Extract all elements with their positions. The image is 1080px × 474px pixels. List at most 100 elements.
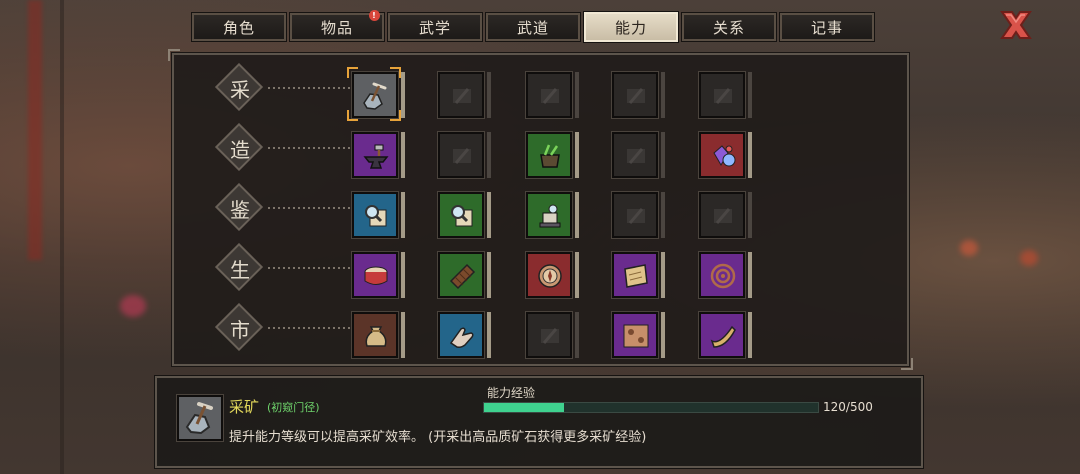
coin-bag-icon: [365, 326, 387, 347]
ability-slot[interactable]: [611, 131, 665, 180]
ability-slot[interactable]: [437, 311, 491, 360]
tab-character[interactable]: 角色: [191, 12, 287, 42]
ability-slot[interactable]: [351, 251, 405, 300]
close-x-icon[interactable]: [998, 8, 1034, 42]
level-bar: [487, 192, 491, 238]
level-bar: [661, 252, 665, 298]
ability-slot[interactable]: [611, 251, 665, 300]
gem-crystal-icon: [713, 145, 736, 167]
level-bar: [661, 72, 665, 118]
slot-frame: [611, 131, 659, 179]
level-bar: [748, 72, 752, 118]
xp-value: 120/500: [823, 400, 873, 414]
ability-slot[interactable]: [525, 251, 579, 300]
horn-icon: [710, 325, 736, 348]
ability-slot[interactable]: [698, 311, 752, 360]
tab-martial-arts[interactable]: 武学: [387, 12, 483, 42]
slot-frame: [437, 251, 485, 299]
level-bar: [661, 312, 665, 358]
ability-slot[interactable]: [525, 311, 579, 360]
slot-frame: [437, 131, 485, 179]
ability-slot[interactable]: [698, 251, 752, 300]
ability-slot[interactable]: [525, 191, 579, 240]
ability-slot[interactable]: [347, 67, 405, 121]
herb-cauldron-icon: [540, 144, 560, 168]
ability-name: 采矿: [229, 398, 260, 416]
tab-relations[interactable]: 关系: [681, 12, 777, 42]
ability-slot[interactable]: [698, 71, 752, 120]
dotted-connector: [268, 267, 352, 269]
level-bar: [401, 312, 405, 358]
background-post: [60, 0, 64, 474]
map-scroll-icon: [624, 264, 648, 288]
tab-martial-way[interactable]: 武道: [485, 12, 581, 42]
ability-row: 鉴: [174, 179, 907, 239]
slot-frame: [611, 251, 659, 299]
cloth-pattern-icon: [623, 324, 649, 348]
xp-label: 能力经验: [487, 386, 536, 400]
level-bar: [401, 132, 405, 178]
level-bar: [575, 192, 579, 238]
ability-rank: (初窥门径): [267, 401, 320, 414]
category-diamond: 造: [214, 122, 358, 172]
level-bar: [401, 192, 405, 238]
xp-progress-bar: [483, 402, 819, 413]
dotted-connector: [268, 87, 352, 89]
locked-craft-icon: [627, 148, 645, 164]
level-bar: [748, 252, 752, 298]
slot-frame: [525, 251, 573, 299]
category-diamond: 生: [214, 242, 358, 292]
level-bar: [401, 72, 405, 118]
ability-slot[interactable]: [611, 311, 665, 360]
slot-frame: [351, 251, 399, 299]
level-bar: [487, 72, 491, 118]
chocolate-bar-icon: [449, 263, 476, 290]
slot-frame: [351, 311, 399, 359]
ability-slot[interactable]: [698, 131, 752, 180]
tab-journal[interactable]: 记事: [779, 12, 875, 42]
slot-frame: [698, 311, 746, 359]
ability-slot[interactable]: [351, 191, 405, 240]
slot-frame: [437, 191, 485, 239]
level-bar: [661, 132, 665, 178]
tab-items[interactable]: 物品!: [289, 10, 385, 42]
ability-row: 生: [174, 239, 907, 299]
ability-slot[interactable]: [611, 191, 665, 240]
ability-slot[interactable]: [611, 71, 665, 120]
dotted-connector: [268, 207, 352, 209]
background-lantern: [120, 295, 146, 317]
level-bar: [661, 192, 665, 238]
ability-slot[interactable]: [351, 311, 405, 360]
xp-progress-fill: [484, 403, 565, 412]
locked-gather-icon: [453, 88, 471, 104]
ability-slot[interactable]: [525, 131, 579, 180]
slot-frame: [351, 191, 399, 239]
slot-frame: [698, 71, 746, 119]
ability-row: 采: [174, 59, 907, 121]
category-diamond: 采: [214, 62, 358, 112]
appraisal-stand-icon: [539, 204, 561, 228]
ability-slot[interactable]: [437, 131, 491, 180]
category-label: 采: [230, 77, 250, 102]
pickaxe-ore-icon: [176, 394, 224, 442]
category-label: 市: [230, 317, 250, 342]
ability-slot[interactable]: [437, 251, 491, 300]
slot-frame: [611, 191, 659, 239]
locked-gather-icon: [714, 88, 732, 104]
level-bar: [401, 252, 405, 298]
level-bar: [575, 72, 579, 118]
tab-abilities[interactable]: 能力: [583, 11, 679, 43]
notification-badge: !: [369, 10, 380, 21]
ability-slot[interactable]: [437, 71, 491, 120]
compass-icon: [538, 264, 562, 288]
locked-craft-icon: [453, 148, 471, 164]
ability-slot[interactable]: [525, 71, 579, 120]
rope-coil-icon: [710, 263, 736, 289]
level-bar: [487, 132, 491, 178]
ability-slot[interactable]: [437, 191, 491, 240]
level-bar: [748, 192, 752, 238]
ability-slot[interactable]: [698, 191, 752, 240]
slot-frame: [351, 131, 399, 179]
slot-frame: [525, 131, 573, 179]
ability-slot[interactable]: [351, 131, 405, 180]
